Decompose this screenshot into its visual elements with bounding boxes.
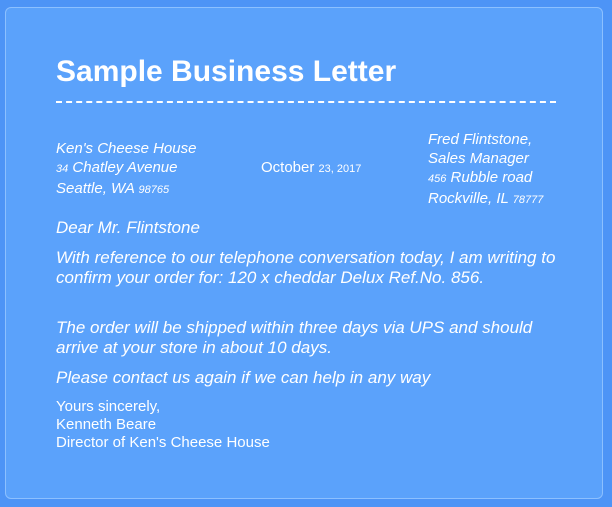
body-paragraph-1: With reference to our telephone conversa… xyxy=(56,248,556,287)
sender-street-number: 34 xyxy=(56,163,69,175)
signer-title: Director of Ken's Cheese House xyxy=(56,434,270,451)
body-paragraph-2: The order will be shipped within three d… xyxy=(56,318,533,357)
recipient-street: 456 Rubble road xyxy=(428,168,543,189)
sender-address: Ken's Cheese House 34 Chatley Avenue Sea… xyxy=(56,139,196,200)
recipient-city-state: Rockville, IL xyxy=(428,190,509,207)
letter-date: October 23, 2017 xyxy=(261,159,361,178)
sender-company: Ken's Cheese House xyxy=(56,140,197,157)
sender-city-line: Seattle, WA 98765 xyxy=(56,179,196,200)
recipient-name: Fred Flintstone, xyxy=(428,131,533,148)
closing-block: Yours sincerely, Kenneth Beare Director … xyxy=(56,398,270,452)
sender-street-name: Chatley Avenue xyxy=(72,159,178,176)
recipient-title: Sales Manager xyxy=(428,150,529,167)
sender-city-state: Seattle, WA xyxy=(56,180,135,197)
body-paragraph-3: Please contact us again if we can help i… xyxy=(56,368,431,387)
date-month: October xyxy=(261,159,315,176)
title-divider xyxy=(56,101,556,103)
sender-zip: 98765 xyxy=(138,184,170,196)
signer-name: Kenneth Beare xyxy=(56,416,157,433)
letter-title: Sample Business Letter xyxy=(56,55,397,88)
sender-street: 34 Chatley Avenue xyxy=(56,158,196,179)
recipient-street-name: Rubble road xyxy=(450,169,533,186)
date-day-year: 23, 2017 xyxy=(318,163,362,175)
letter-card: Sample Business Letter Ken's Cheese Hous… xyxy=(5,7,603,499)
salutation: Dear Mr. Flintstone xyxy=(56,218,200,237)
recipient-street-number: 456 xyxy=(428,173,447,185)
recipient-zip: 78777 xyxy=(512,194,544,206)
recipient-address: Fred Flintstone, Sales Manager 456 Rubbl… xyxy=(428,130,543,210)
sign-off: Yours sincerely, xyxy=(56,398,161,415)
recipient-city-line: Rockville, IL 78777 xyxy=(428,189,543,210)
